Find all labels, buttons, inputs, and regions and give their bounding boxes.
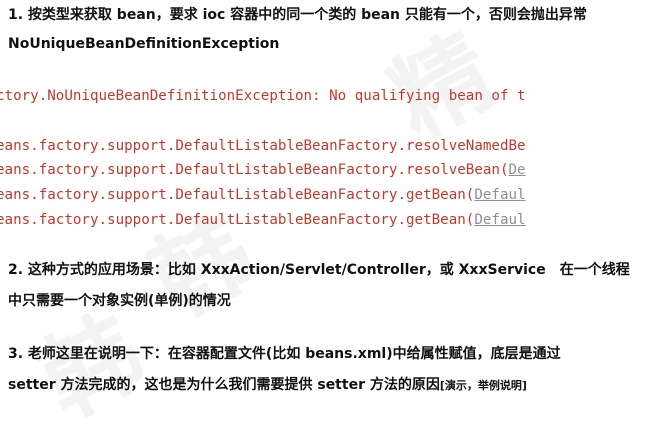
code-line-1: ctory.NoUniqueBeanDefinitionException: N… <box>0 86 592 106</box>
code-line-2: eans.factory.support.DefaultListableBean… <box>0 136 592 156</box>
code-line-4: eans.factory.support.DefaultListableBean… <box>0 185 592 205</box>
point3-line2: setter 方法完成的，这也是为什么我们需要提供 setter 方法的原因[演… <box>8 375 527 396</box>
code-line-5: eans.factory.support.DefaultListableBean… <box>0 210 592 230</box>
point3-line1: 3. 老师这里在说明一下：在容器配置文件(比如 beans.xml)中给属性赋值… <box>8 346 561 362</box>
code-line-1-text: ctory.NoUniqueBeanDefinitionException: N… <box>0 88 526 104</box>
code-line-3-text: eans.factory.support.DefaultListableBean… <box>0 162 509 178</box>
code-line-2-text: eans.factory.support.DefaultListableBean… <box>0 138 526 154</box>
code-line-4-text: eans.factory.support.DefaultListableBean… <box>0 187 475 203</box>
point2-line1: 2. 这种方式的应用场景：比如 XxxAction/Servlet/Contro… <box>8 262 630 278</box>
point1-line1: 1. 按类型来获取 bean，要求 ioc 容器中的同一个类的 bean 只能有… <box>8 7 587 23</box>
code-line-3: eans.factory.support.DefaultListableBean… <box>0 160 592 180</box>
point3-note: [演示，举例说明] <box>439 379 527 392</box>
point2-line2: 中只需要一个对象实例(单例)的情况 <box>8 293 231 309</box>
code-line-5-link[interactable]: Defaul <box>474 212 525 228</box>
point1-line2: NoUniqueBeanDefinitionException <box>8 36 280 52</box>
point3-line2-text: setter 方法完成的，这也是为什么我们需要提供 setter 方法的原因 <box>8 377 440 393</box>
code-line-4-link[interactable]: Defaul <box>474 187 525 203</box>
code-line-3-link[interactable]: De <box>509 162 526 178</box>
code-line-5-text: eans.factory.support.DefaultListableBean… <box>0 212 475 228</box>
